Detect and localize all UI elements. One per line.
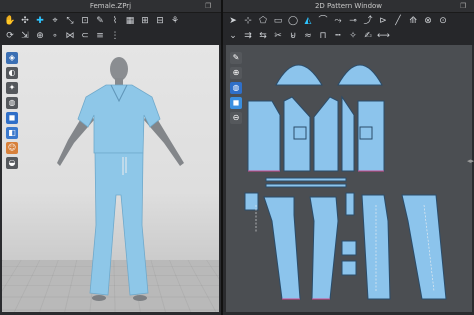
lock-icon[interactable]: ⊖ <box>230 112 242 124</box>
restore-icon-2d[interactable]: ❐ <box>460 1 466 11</box>
display-icon[interactable]: ◧ <box>6 127 18 139</box>
pattern-pants-front-right[interactable] <box>309 196 339 300</box>
mesh-icon[interactable]: ◍ <box>6 97 18 109</box>
avatar-head <box>110 57 128 81</box>
pattern-pocket-small[interactable] <box>244 192 259 211</box>
layer-icon[interactable]: ≡ <box>94 30 106 42</box>
2d-sidebar: ✎ ⊕ ◍ ◼ ⊖ <box>230 52 242 124</box>
pleat-icon[interactable]: ⋈ <box>64 30 76 42</box>
2d-window-title: 2D Pattern Window <box>314 2 383 10</box>
pattern-cargo-pocket-2[interactable] <box>341 260 357 276</box>
elastic-icon[interactable]: ≈ <box>302 30 314 42</box>
add-icon[interactable]: ✚ <box>34 15 46 27</box>
rectangle-icon[interactable]: ▭ <box>272 15 284 27</box>
pattern-front-right[interactable] <box>313 96 339 172</box>
button-icon[interactable]: ⊙ <box>437 15 449 27</box>
pattern-back-left[interactable] <box>247 100 281 172</box>
3d-garment-panel: Female.ZPrj ❐ ✋ ✣ ✚ ⌖ ⤡ ⊡ ✎ ⌇ ▦ ⊞ ⊟ ⚘ ⟳ … <box>0 0 221 315</box>
2d-pattern-viewport[interactable] <box>226 45 472 312</box>
resize-handle[interactable]: ◂▸ <box>467 157 474 165</box>
arrange-icon[interactable]: ⊕ <box>34 30 46 42</box>
pointer-icon[interactable]: ➤ <box>227 15 239 27</box>
merge-icon[interactable]: ⊌ <box>287 30 299 42</box>
measure-icon-2d[interactable]: ⟷ <box>377 30 390 42</box>
segment-icon[interactable]: ⊸ <box>347 15 359 27</box>
symmetry-icon[interactable]: ⇆ <box>257 30 269 42</box>
annotation-icon[interactable]: ✍ <box>362 30 374 42</box>
pattern-sleeve-left[interactable] <box>275 64 323 86</box>
pattern-pants-front-left[interactable] <box>263 196 301 300</box>
pattern-waistband-1[interactable] <box>265 177 347 182</box>
strap-icon[interactable]: ⊂ <box>79 30 91 42</box>
pattern-chest-pocket[interactable] <box>293 126 307 140</box>
move-icon[interactable]: ✣ <box>19 15 31 27</box>
avatar-icon[interactable]: ⚘ <box>169 15 181 27</box>
tack-icon[interactable]: ⊡ <box>79 15 91 27</box>
pattern-canvas[interactable] <box>226 45 472 312</box>
2d-toolbar: ➤ ⊹ ⬠ ▭ ◯ ◭ ⌒ ⤳ ⊸ ⤴ ⊳ ╱ ⟰ ⊗ ⊙ ⌄ ⇉ ⇆ ✂ ⊌ … <box>223 13 474 45</box>
polygon-icon[interactable]: ⬠ <box>257 15 269 27</box>
fold-icon-2d[interactable]: ⊳ <box>377 15 389 27</box>
ruler-icon[interactable]: ⊞ <box>139 15 151 27</box>
pattern-front-panel[interactable] <box>341 95 355 172</box>
restore-icon[interactable]: ❐ <box>205 1 211 11</box>
gizmo-icon[interactable]: ◈ <box>6 52 18 64</box>
line-icon[interactable]: ╱ <box>392 15 404 27</box>
pattern-pants-back-right[interactable] <box>401 194 447 300</box>
3d-sidebar: ◈ ◐ ✦ ◍ ◼ ◧ ☺ ◒ <box>6 52 18 169</box>
view-icon[interactable]: ✎ <box>230 52 242 64</box>
edit-icon[interactable]: ⊹ <box>242 15 254 27</box>
3d-title-bar: Female.ZPrj ❐ <box>0 0 221 13</box>
avatar-left-foot <box>92 295 106 301</box>
texture-view-icon[interactable]: ◍ <box>230 82 242 94</box>
dart-icon[interactable]: ◭ <box>302 15 314 27</box>
cut-icon[interactable]: ✂ <box>272 30 284 42</box>
pattern-chest-pocket-2[interactable] <box>359 126 373 140</box>
light-icon[interactable]: ✦ <box>6 82 18 94</box>
3d-viewport[interactable] <box>2 45 219 312</box>
3d-window-title: Female.ZPrj <box>89 2 132 10</box>
measure-icon[interactable]: ⊟ <box>154 15 166 27</box>
free-sew-icon[interactable]: ⤴ <box>362 15 374 27</box>
avatar-display-icon[interactable]: ☺ <box>6 142 18 154</box>
transform-icon[interactable]: ⇲ <box>19 30 31 42</box>
pocket-icon[interactable]: ⊓ <box>317 30 329 42</box>
internal-icon[interactable]: ⊗ <box>422 15 434 27</box>
trim-icon[interactable]: ✧ <box>347 30 359 42</box>
sew-icon[interactable]: ⤳ <box>332 15 344 27</box>
2d-title-bar: 2D Pattern Window ❐ <box>223 0 474 13</box>
scrub-pants <box>89 152 149 296</box>
wrap-icon[interactable]: ⟳ <box>4 30 16 42</box>
trace-icon[interactable]: ⌒ <box>317 15 329 27</box>
fabric-icon[interactable]: ◼ <box>230 97 242 109</box>
pattern-sleeve-right[interactable] <box>337 64 383 86</box>
avatar-with-garment[interactable] <box>2 45 219 312</box>
avatar-right-foot <box>133 295 147 301</box>
pattern-cargo-pocket-1[interactable] <box>341 240 357 256</box>
3d-toolbar: ✋ ✣ ✚ ⌖ ⤡ ⊡ ✎ ⌇ ▦ ⊞ ⊟ ⚘ ⟳ ⇲ ⊕ ∘ ⋈ ⊂ ≡ ⋮ <box>0 13 221 45</box>
pin-icon[interactable]: ⌖ <box>49 15 61 27</box>
shading-icon[interactable]: ◼ <box>6 112 18 124</box>
zoom-icon[interactable]: ⊕ <box>230 67 242 79</box>
shoe-icon[interactable]: ◒ <box>6 157 18 169</box>
fold-icon[interactable]: ⤡ <box>64 15 76 27</box>
sewing-icon[interactable]: ⌇ <box>109 15 121 27</box>
select-icon[interactable]: ✋ <box>4 15 16 27</box>
offset-icon[interactable]: ⇉ <box>242 30 254 42</box>
texture-icon[interactable]: ◐ <box>6 67 18 79</box>
notch-icon[interactable]: ⌄ <box>227 30 239 42</box>
brush-icon[interactable]: ✎ <box>94 15 106 27</box>
grid-icon[interactable]: ▦ <box>124 15 136 27</box>
pattern-waistband-2[interactable] <box>265 183 347 188</box>
topstitch-icon[interactable]: ┅ <box>332 30 344 42</box>
grade-icon[interactable]: ⟰ <box>407 15 419 27</box>
zip-icon[interactable]: ⋮ <box>109 30 121 42</box>
circle-icon[interactable]: ◯ <box>287 15 299 27</box>
point-icon[interactable]: ∘ <box>49 30 61 42</box>
pattern-strip[interactable] <box>345 192 355 216</box>
scrub-top <box>77 84 161 154</box>
